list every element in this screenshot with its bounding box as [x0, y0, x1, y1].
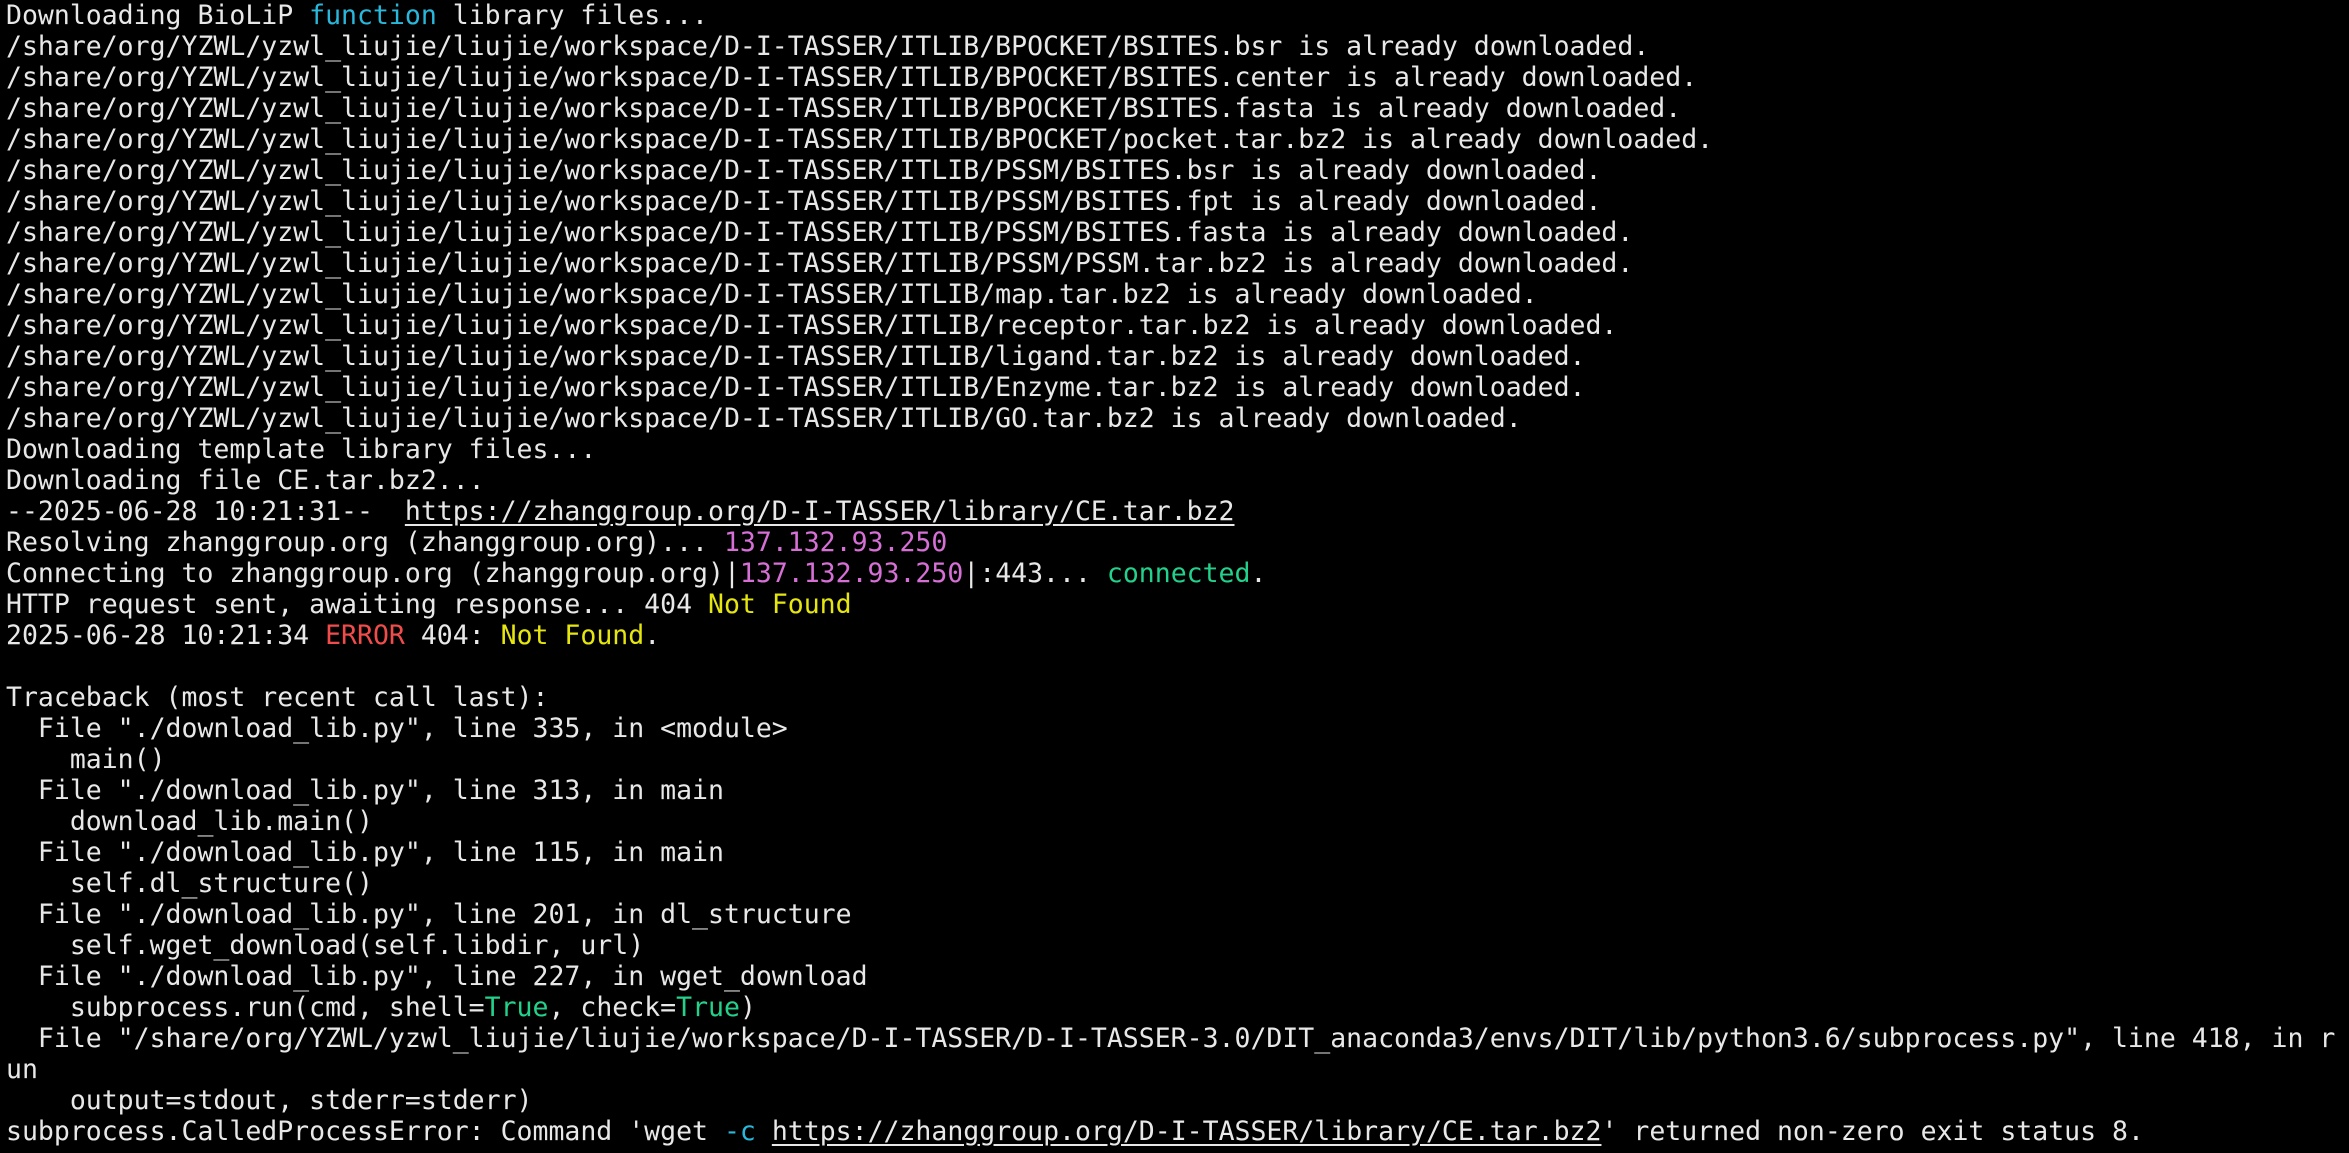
terminal-text: Downloading file CE.tar.bz2... [6, 465, 485, 496]
terminal-text: /share/org/YZWL/yzwl_liujie/liujie/works… [6, 93, 1682, 124]
terminal-text: /share/org/YZWL/yzwl_liujie/liujie/works… [6, 279, 1538, 310]
terminal-line: File "./download_lib.py", line 335, in <… [6, 713, 2349, 744]
terminal-line: output=stdout, stderr=stderr) [6, 1085, 2349, 1116]
terminal-text: 404: [404, 620, 501, 651]
terminal-line: subprocess.CalledProcessError: Command '… [6, 1116, 2349, 1147]
terminal-line: /share/org/YZWL/yzwl_liujie/liujie/works… [6, 186, 2349, 217]
terminal-line: download_lib.main() [6, 806, 2349, 837]
terminal-line: un [6, 1054, 2349, 1085]
terminal-line: File "./download_lib.py", line 201, in d… [6, 899, 2349, 930]
terminal-line: /share/org/YZWL/yzwl_liujie/liujie/works… [6, 310, 2349, 341]
highlight-text: True [484, 992, 549, 1023]
terminal-text: output=stdout, stderr=stderr) [6, 1085, 533, 1116]
terminal-text: /share/org/YZWL/yzwl_liujie/liujie/works… [6, 124, 1714, 155]
terminal-line: /share/org/YZWL/yzwl_liujie/liujie/works… [6, 93, 2349, 124]
ip-address: 137.132.93.250 [739, 558, 964, 589]
terminal-line: /share/org/YZWL/yzwl_liujie/liujie/works… [6, 124, 2349, 155]
terminal-text: /share/org/YZWL/yzwl_liujie/liujie/works… [6, 62, 1698, 93]
terminal-line: /share/org/YZWL/yzwl_liujie/liujie/works… [6, 403, 2349, 434]
terminal-line: --2025-06-28 10:21:31-- https://zhanggro… [6, 496, 2349, 527]
terminal-line: File "./download_lib.py", line 227, in w… [6, 961, 2349, 992]
terminal-line: self.dl_structure() [6, 868, 2349, 899]
terminal-text: File "./download_lib.py", line 227, in w… [6, 961, 868, 992]
terminal-text: /share/org/YZWL/yzwl_liujie/liujie/works… [6, 155, 1602, 186]
terminal-text: download_lib.main() [6, 806, 373, 837]
terminal-text: subprocess.run(cmd, shell= [6, 992, 485, 1023]
terminal-text: . [1250, 558, 1267, 589]
terminal-text: File "./download_lib.py", line 201, in d… [6, 899, 852, 930]
terminal-line: Downloading BioLiP function library file… [6, 0, 2349, 31]
terminal-line: /share/org/YZWL/yzwl_liujie/liujie/works… [6, 341, 2349, 372]
terminal-line: /share/org/YZWL/yzwl_liujie/liujie/works… [6, 248, 2349, 279]
terminal-line: Connecting to zhanggroup.org (zhanggroup… [6, 558, 2349, 589]
highlight-text: True [676, 992, 740, 1023]
terminal-text: --2025-06-28 10:21:31-- [6, 496, 405, 527]
ip-address: 137.132.93.250 [723, 527, 948, 558]
terminal-line: Traceback (most recent call last): [6, 682, 2349, 713]
terminal-line: /share/org/YZWL/yzwl_liujie/liujie/works… [6, 62, 2349, 93]
terminal-text: library files... [436, 0, 709, 31]
terminal-line: /share/org/YZWL/yzwl_liujie/liujie/works… [6, 155, 2349, 186]
terminal-text: /share/org/YZWL/yzwl_liujie/liujie/works… [6, 372, 1586, 403]
terminal-line: File "./download_lib.py", line 115, in m… [6, 837, 2349, 868]
terminal-line: HTTP request sent, awaiting response... … [6, 589, 2349, 620]
terminal-line: Downloading file CE.tar.bz2... [6, 465, 2349, 496]
terminal-text: Resolving zhanggroup.org (zhanggroup.org… [6, 527, 724, 558]
highlight-text: connected [1106, 558, 1251, 589]
terminal-line: File "/share/org/YZWL/yzwl_liujie/liujie… [6, 1023, 2349, 1054]
terminal-text: . [644, 620, 661, 651]
terminal-text: un [6, 1054, 38, 1085]
terminal-line: /share/org/YZWL/yzwl_liujie/liujie/works… [6, 31, 2349, 62]
terminal-line: 2025-06-28 10:21:34 ERROR 404: Not Found… [6, 620, 2349, 651]
terminal-text: , check= [548, 992, 677, 1023]
terminal-text: self.dl_structure() [6, 868, 373, 899]
terminal-text: ) [739, 992, 756, 1023]
terminal-text: ' returned non-zero exit status 8. [1601, 1116, 2144, 1147]
terminal-text: Downloading template library files... [6, 434, 597, 465]
terminal-text: main() [6, 744, 166, 775]
terminal-text: File "./download_lib.py", line 335, in <… [6, 713, 788, 744]
terminal-line: self.wget_download(self.libdir, url) [6, 930, 2349, 961]
terminal-line: /share/org/YZWL/yzwl_liujie/liujie/works… [6, 279, 2349, 310]
terminal-text: /share/org/YZWL/yzwl_liujie/liujie/works… [6, 186, 1602, 217]
terminal-text: Connecting to zhanggroup.org (zhanggroup… [6, 558, 740, 589]
terminal-text: 2025-06-28 10:21:34 [6, 620, 326, 651]
terminal-text: /share/org/YZWL/yzwl_liujie/liujie/works… [6, 248, 1634, 279]
terminal-text: subprocess.CalledProcessError: Command '… [6, 1116, 724, 1147]
terminal-text: /share/org/YZWL/yzwl_liujie/liujie/works… [6, 341, 1586, 372]
terminal-text: File "/share/org/YZWL/yzwl_liujie/liujie… [6, 1023, 2336, 1054]
terminal-line: /share/org/YZWL/yzwl_liujie/liujie/works… [6, 217, 2349, 248]
terminal-text: /share/org/YZWL/yzwl_liujie/liujie/works… [6, 310, 1618, 341]
terminal-text: /share/org/YZWL/yzwl_liujie/liujie/works… [6, 403, 1522, 434]
terminal-output[interactable]: Downloading BioLiP function library file… [0, 0, 2349, 1153]
terminal-text: /share/org/YZWL/yzwl_liujie/liujie/works… [6, 217, 1634, 248]
terminal-text: |:443... [963, 558, 1107, 589]
terminal-text: Downloading BioLiP [6, 0, 310, 31]
terminal-text: Traceback (most recent call last): [6, 682, 549, 713]
keyword-text: -c [723, 1116, 756, 1147]
status-text: Not Found [500, 620, 645, 651]
status-text: Not Found [708, 589, 852, 620]
terminal-line: /share/org/YZWL/yzwl_liujie/liujie/works… [6, 372, 2349, 403]
terminal-line: Resolving zhanggroup.org (zhanggroup.org… [6, 527, 2349, 558]
terminal-line: main() [6, 744, 2349, 775]
terminal-line: subprocess.run(cmd, shell=True, check=Tr… [6, 992, 2349, 1023]
terminal-url-link[interactable]: https://zhanggroup.org/D-I-TASSER/librar… [405, 496, 1235, 527]
terminal-text: self.wget_download(self.libdir, url) [6, 930, 645, 961]
terminal-line: File "./download_lib.py", line 313, in m… [6, 775, 2349, 806]
terminal-text: File "./download_lib.py", line 313, in m… [6, 775, 724, 806]
terminal-url-link[interactable]: https://zhanggroup.org/D-I-TASSER/librar… [772, 1116, 1602, 1147]
terminal-text: File "./download_lib.py", line 115, in m… [6, 837, 724, 868]
terminal-text: /share/org/YZWL/yzwl_liujie/liujie/works… [6, 31, 1650, 62]
error-label: ERROR [325, 620, 405, 651]
terminal-text: HTTP request sent, awaiting response... … [6, 589, 708, 620]
terminal-line: Downloading template library files... [6, 434, 2349, 465]
keyword-text: function [309, 0, 437, 31]
